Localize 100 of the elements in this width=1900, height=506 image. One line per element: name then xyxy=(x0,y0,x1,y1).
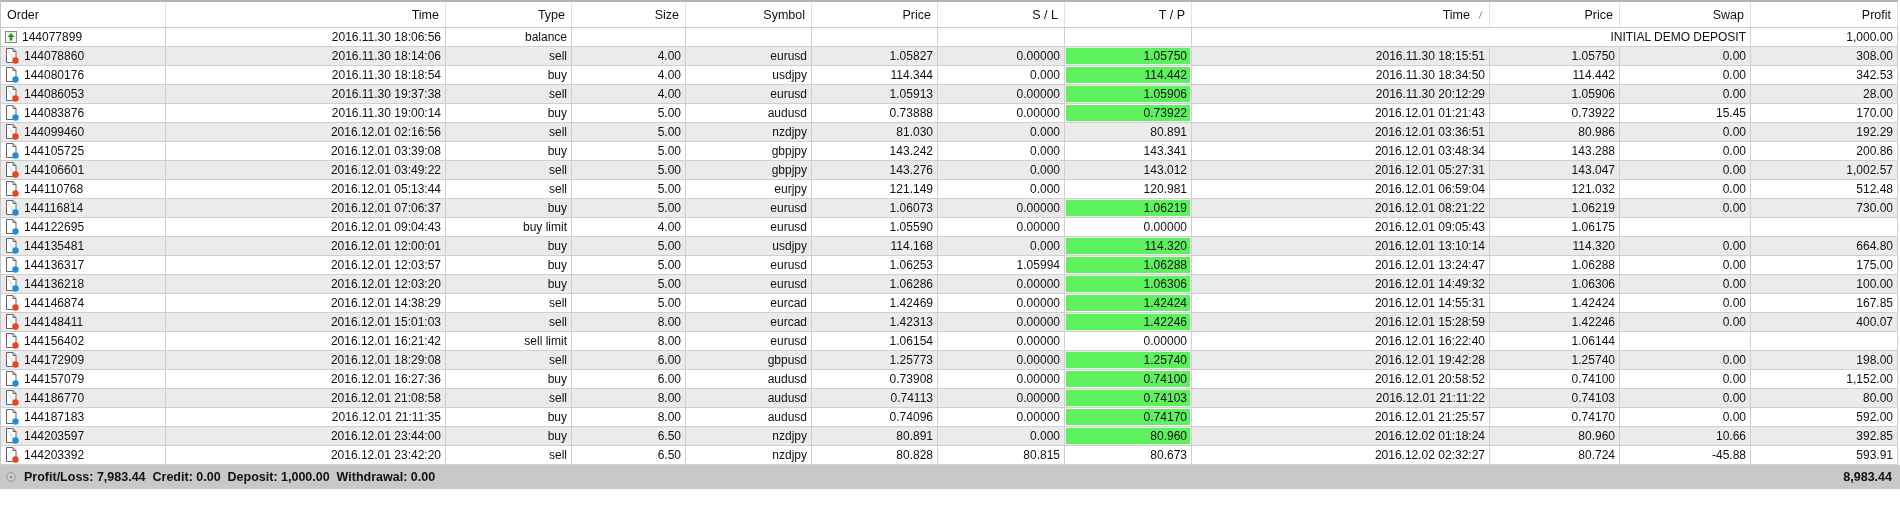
table-cell-text: 2016.12.01 14:55:31 xyxy=(1373,295,1486,311)
table-cell-text: 80.00 xyxy=(1861,390,1894,406)
table-cell-text: 120.981 xyxy=(1142,181,1188,197)
table-cell-text: sell xyxy=(548,181,568,197)
table-cell-text: 5.00 xyxy=(656,124,682,140)
table-cell: 1.06219 xyxy=(1066,200,1190,216)
table-cell-text: 0.00000 xyxy=(1015,276,1061,292)
table-cell-text: sell xyxy=(548,314,568,330)
order-number: 144086053 xyxy=(24,87,85,101)
table-cell-text: 1.05590 xyxy=(888,219,934,235)
table-cell-text: 6.50 xyxy=(656,428,682,444)
table-cell: 1.06288 xyxy=(1066,257,1190,273)
table-cell-text: 0.00 xyxy=(1721,162,1747,178)
column-header[interactable]: Symbol xyxy=(686,2,812,27)
order-number: 144148411 xyxy=(24,315,84,329)
table-cell: 1.05750 xyxy=(1066,48,1190,64)
table-cell-text: 0.74113 xyxy=(889,390,934,406)
column-header[interactable]: Time xyxy=(166,2,446,27)
order-number: 144116814 xyxy=(24,201,84,215)
table-cell-text: 8.00 xyxy=(656,409,682,425)
column-header[interactable]: Profit xyxy=(1751,2,1898,27)
order-number: 144080176 xyxy=(24,68,85,82)
table-cell-text: 192.29 xyxy=(1855,124,1894,140)
order-number: 144077899 xyxy=(22,30,83,44)
table-cell-text: -45.88 xyxy=(1710,447,1747,463)
column-header[interactable]: Price xyxy=(812,2,938,27)
table-cell-text: eurusd xyxy=(769,333,808,349)
table-cell-text: eurusd xyxy=(769,276,808,292)
table-cell: 1.42424 xyxy=(1066,295,1190,311)
table-cell-text: 0.00 xyxy=(1721,390,1747,406)
table-cell-text: 4.00 xyxy=(656,219,682,235)
table-cell-text: 0.00 xyxy=(1721,48,1747,64)
table-cell-text: 114.320 xyxy=(1571,238,1616,254)
column-header[interactable]: S / L xyxy=(938,2,1065,27)
table-cell-text: 0.74096 xyxy=(888,409,934,425)
table-cell-text: 512.48 xyxy=(1855,181,1894,197)
table-cell-text: 114.168 xyxy=(889,238,934,254)
column-header[interactable]: T / P xyxy=(1065,2,1192,27)
table-cell-text: 2016.12.01 09:05:43 xyxy=(1373,219,1486,235)
column-header[interactable]: Type xyxy=(446,2,572,27)
table-cell-text: eurusd xyxy=(769,257,808,273)
table-cell-text: 2016.11.30 18:15:51 xyxy=(1374,48,1486,64)
table-cell-text: 0.000 xyxy=(1028,143,1061,159)
table-cell-text: 0.00000 xyxy=(1142,219,1188,235)
table-cell-text: 0.00 xyxy=(1721,86,1747,102)
table-cell-text: 1.42424 xyxy=(1570,295,1616,311)
table-cell-text: 0.00000 xyxy=(1015,86,1061,102)
order-number: 144099460 xyxy=(24,125,85,139)
table-cell-text: 2016.12.02 02:32:27 xyxy=(1373,447,1486,463)
table-cell-text: 28.00 xyxy=(1861,86,1894,102)
table-cell-text: 1.05827 xyxy=(888,48,934,64)
table-cell-text: 5.00 xyxy=(656,238,682,254)
table-cell-text: 0.74103 xyxy=(1570,390,1616,406)
column-header[interactable]: Price xyxy=(1490,2,1620,27)
table-cell-text: 0.00 xyxy=(1721,200,1747,216)
table-cell-text: 2016.11.30 18:06:56 xyxy=(330,29,442,45)
table-cell-text: 2016.12.01 03:39:08 xyxy=(329,143,442,159)
column-header[interactable]: Swap xyxy=(1620,2,1751,27)
table-cell-text: buy xyxy=(546,428,568,444)
table-cell-text: audusd xyxy=(766,409,808,425)
table-cell-text: 1.06144 xyxy=(1570,333,1616,349)
table-cell-text: 664.80 xyxy=(1855,238,1894,254)
table-cell-text: 1.06253 xyxy=(888,257,934,273)
table-cell-text: 2016.12.01 23:42:20 xyxy=(329,447,442,463)
table-cell-text: 5.00 xyxy=(656,162,682,178)
table-cell-text: 80.828 xyxy=(895,447,934,463)
table-cell-text: sell xyxy=(548,447,568,463)
table-cell-text: 0.00 xyxy=(1721,276,1747,292)
table-cell-text: 0.73908 xyxy=(888,371,934,387)
table-cell-text: 143.288 xyxy=(1570,143,1616,159)
table-cell-text: 80.960 xyxy=(1577,428,1616,444)
table-cell: 114.320 xyxy=(1066,238,1190,254)
column-header[interactable]: Order xyxy=(1,2,166,27)
total-profit: 8,983.44 xyxy=(1843,470,1892,484)
table-cell-text: 2016.12.01 01:21:43 xyxy=(1373,105,1486,121)
table-cell-text: 80.986 xyxy=(1577,124,1616,140)
table-cell-text: 2016.12.01 03:49:22 xyxy=(329,162,442,178)
table-cell-text: 6.50 xyxy=(656,447,682,463)
table-cell-text: 2016.12.01 21:11:22 xyxy=(1374,390,1486,406)
table-cell-text: 1.05906 xyxy=(1570,86,1616,102)
table-cell-text: 0.00000 xyxy=(1015,371,1061,387)
table-cell-text: 2016.12.01 18:29:08 xyxy=(329,352,442,368)
table-cell-text: 114.442 xyxy=(1571,67,1616,83)
column-header[interactable]: Time xyxy=(1192,2,1490,27)
table-cell-text: 121.149 xyxy=(888,181,934,197)
table-cell-text: nzdjpy xyxy=(771,447,808,463)
table-cell-text: 0.00 xyxy=(1721,371,1747,387)
table-cell-text: 8.00 xyxy=(656,333,682,349)
table-cell-text: sell xyxy=(548,86,568,102)
table-cell-text: 2016.12.01 05:13:44 xyxy=(329,181,442,197)
column-header[interactable]: Size xyxy=(572,2,686,27)
table-cell-text: 2016.12.01 16:27:36 xyxy=(329,371,442,387)
table-cell-text: 1.06219 xyxy=(1570,200,1616,216)
table-cell-text: 0.00 xyxy=(1721,124,1747,140)
order-number: 144083876 xyxy=(24,106,85,120)
table-cell-text: nzdjpy xyxy=(771,428,808,444)
table-cell-text: eurcad xyxy=(769,314,808,330)
table-cell-text: 2016.11.30 19:37:38 xyxy=(330,86,442,102)
table-cell-text: 143.012 xyxy=(1142,162,1188,178)
table-cell-text: 6.00 xyxy=(656,352,682,368)
